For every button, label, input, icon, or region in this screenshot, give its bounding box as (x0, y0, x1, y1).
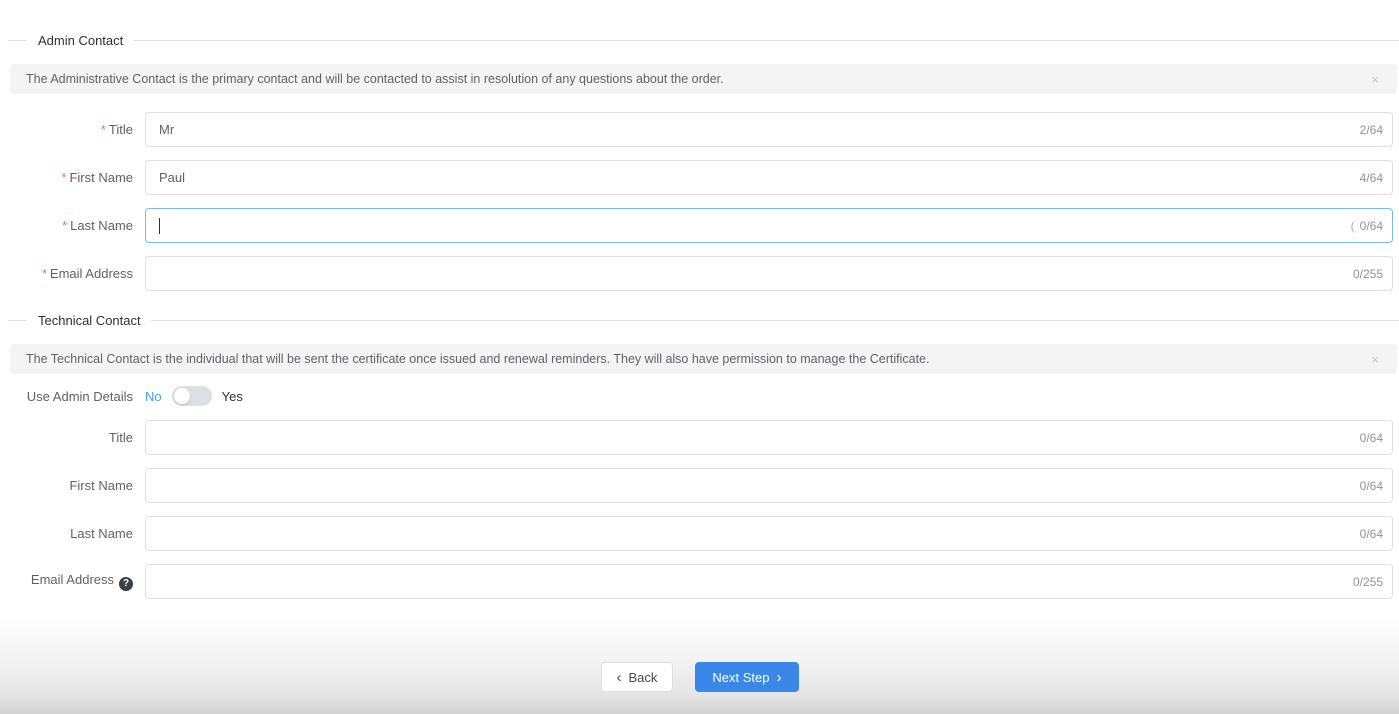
tech-email-row: Email Address? 0/255 (0, 564, 1393, 599)
tech-title-input[interactable] (145, 420, 1393, 455)
admin-title-label: * Title (100, 122, 133, 137)
tech-lastname-input[interactable] (145, 516, 1393, 551)
use-admin-details-toggle[interactable] (171, 386, 212, 406)
admin-title-input-wrap: 2/64 (145, 112, 1393, 147)
divider-line (150, 319, 1399, 321)
toggle-knob (173, 388, 190, 404)
admin-lastname-input-wrap: (0/64 (145, 208, 1393, 243)
tech-email-input-wrap: 0/255 (145, 564, 1393, 599)
tech-firstname-input[interactable] (145, 468, 1393, 503)
required-asterisk: * (62, 218, 68, 233)
admin-firstname-input[interactable] (145, 160, 1393, 195)
tech-firstname-input-wrap: 0/64 (145, 468, 1393, 503)
admin-firstname-label: * First Name (61, 170, 133, 185)
required-asterisk: * (41, 266, 47, 281)
admin-title-row: *Title 2/64 (0, 112, 1393, 147)
divider-line (8, 39, 27, 41)
toggle-off-label[interactable]: No (145, 389, 162, 404)
help-question-icon[interactable]: ? (119, 576, 133, 591)
tech-title-input-wrap: 0/64 (145, 420, 1393, 455)
technical-section-title: Technical Contact (38, 312, 141, 328)
back-button[interactable]: ‹ Back (600, 662, 674, 692)
chevron-right-icon: › (776, 668, 782, 686)
divider-line (133, 39, 1399, 41)
admin-lastname-input[interactable] (145, 208, 1393, 243)
technical-section-divider: Technical Contact (0, 312, 1399, 328)
close-icon[interactable]: × (1369, 351, 1381, 368)
close-icon[interactable]: × (1369, 71, 1381, 88)
admin-section-divider: Admin Contact (0, 32, 1399, 48)
wizard-footer: ‹ Back Next Step › (0, 612, 1399, 714)
divider-line (8, 319, 27, 321)
use-admin-details-row: Use Admin Details No Yes (0, 384, 1399, 408)
admin-firstname-row: *First Name 4/64 (0, 160, 1393, 195)
required-asterisk: * (100, 122, 106, 137)
order-contacts-page: Admin Contact The Administrative Contact… (0, 0, 1399, 714)
tech-lastname-row: Last Name 0/64 (0, 516, 1393, 551)
admin-email-row: * Email Address 0/255 (0, 256, 1393, 291)
tech-lastname-label: Last Name (70, 526, 133, 541)
toggle-on-label[interactable]: Yes (222, 389, 243, 404)
tech-title-row: Title 0/64 (0, 420, 1393, 455)
admin-email-input-wrap: 0/255 (145, 256, 1393, 291)
next-step-button[interactable]: Next Step › (695, 662, 799, 692)
technical-alert-text: The Technical Contact is the individual … (26, 352, 930, 366)
admin-section-title: Admin Contact (38, 32, 124, 48)
technical-contact-alert: The Technical Contact is the individual … (10, 344, 1397, 374)
required-asterisk: * (61, 170, 67, 185)
chevron-left-icon: ‹ (616, 668, 622, 686)
admin-contact-alert: The Administrative Contact is the primar… (10, 64, 1397, 94)
tech-firstname-label: First Name (69, 478, 133, 493)
admin-alert-text: The Administrative Contact is the primar… (26, 72, 724, 86)
tech-lastname-input-wrap: 0/64 (145, 516, 1393, 551)
admin-title-input[interactable] (145, 112, 1393, 147)
form-content: Admin Contact The Administrative Contact… (0, 0, 1399, 612)
admin-email-label: * Email Address (41, 266, 133, 281)
admin-firstname-input-wrap: 4/64 (145, 160, 1393, 195)
admin-lastname-row: * Last Name (0/64 (0, 208, 1393, 243)
admin-lastname-label: * Last Name (62, 218, 133, 233)
text-cursor (159, 217, 160, 234)
tech-email-input[interactable] (145, 564, 1393, 599)
tech-title-label: Title (108, 430, 133, 445)
tech-firstname-row: First Name 0/64 (0, 468, 1393, 503)
admin-email-input[interactable] (145, 256, 1393, 291)
use-admin-details-label: Use Admin Details (26, 388, 133, 404)
tech-email-label: Email Address? (0, 572, 145, 591)
